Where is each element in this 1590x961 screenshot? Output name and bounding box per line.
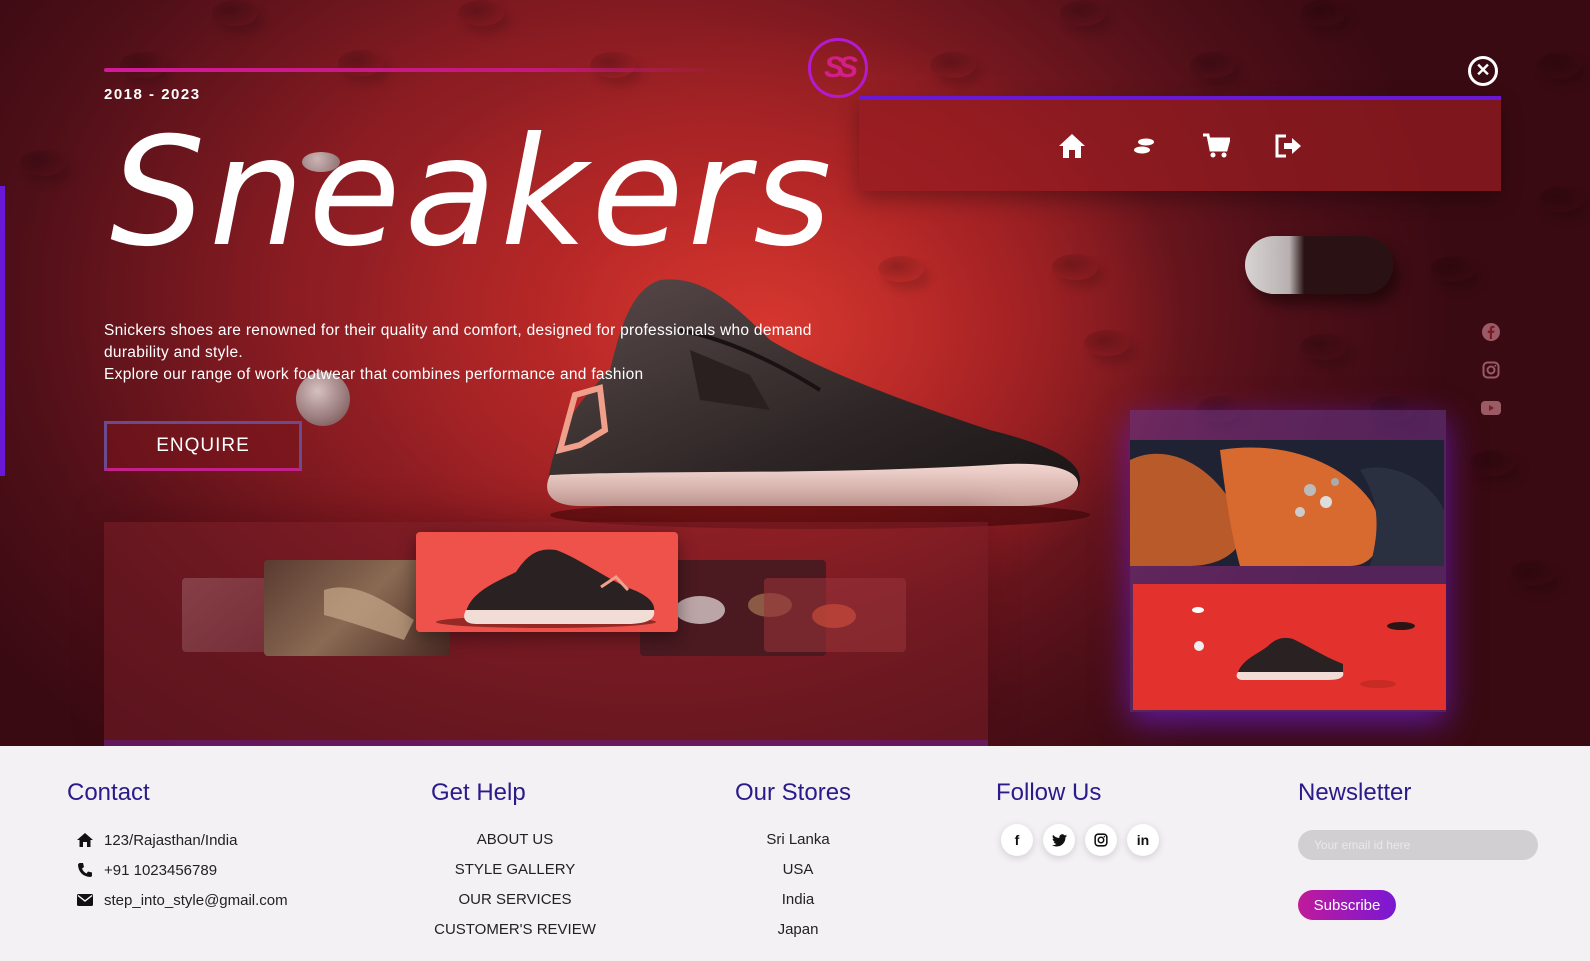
- close-button[interactable]: ✕: [1468, 56, 1498, 86]
- contact-address: 123/Rajasthan/India: [76, 831, 237, 849]
- bg-dimple: [1510, 560, 1556, 586]
- logo-text: SS: [823, 51, 858, 84]
- gallery-image-bottom[interactable]: [1133, 584, 1446, 710]
- left-accent-bar: [0, 186, 5, 476]
- facebook-icon[interactable]: f: [1001, 824, 1033, 856]
- enquire-button[interactable]: ENQUIRE: [104, 421, 302, 471]
- home-icon: [76, 831, 94, 849]
- product-carousel: [104, 522, 988, 746]
- bg-dimple: [20, 150, 66, 176]
- store-item[interactable]: Japan: [738, 921, 858, 938]
- newsletter-email-input[interactable]: [1298, 830, 1538, 860]
- help-link-about[interactable]: ABOUT US: [415, 831, 615, 848]
- subscribe-button[interactable]: Subscribe: [1298, 890, 1396, 920]
- store-item[interactable]: USA: [738, 861, 858, 878]
- shoe-prints-icon[interactable]: [1127, 129, 1161, 163]
- help-link-services[interactable]: OUR SERVICES: [415, 891, 615, 908]
- linkedin-icon[interactable]: in: [1127, 824, 1159, 856]
- side-social-links: [1481, 322, 1501, 418]
- image-gallery: [1130, 410, 1446, 712]
- bg-dimple: [1060, 0, 1106, 26]
- phone-text[interactable]: +91 1023456789: [104, 862, 217, 879]
- gallery-image-top[interactable]: [1130, 440, 1444, 566]
- brand-logo[interactable]: SS: [808, 38, 868, 98]
- carousel-card[interactable]: [764, 578, 906, 652]
- nav-panel: [859, 96, 1501, 191]
- store-item[interactable]: India: [738, 891, 858, 908]
- bg-dimple: [1470, 450, 1516, 476]
- contact-phone: +91 1023456789: [76, 861, 217, 879]
- description-line: Snickers shoes are renowned for their qu…: [104, 322, 812, 361]
- facebook-glyph: f: [1014, 832, 1020, 848]
- instagram-icon[interactable]: [1481, 360, 1501, 380]
- footer-social-links: f in: [1001, 824, 1159, 856]
- our-stores-heading: Our Stores: [735, 779, 852, 806]
- top-divider-line: [104, 68, 724, 72]
- phone-icon: [76, 861, 94, 879]
- email-text[interactable]: step_into_style@gmail.com: [104, 892, 288, 909]
- follow-us-heading: Follow Us: [996, 779, 1102, 806]
- instagram-icon[interactable]: [1085, 824, 1117, 856]
- years-label: 2018 - 2023: [104, 86, 201, 103]
- bg-dimple: [1300, 0, 1346, 26]
- floating-pill: [1245, 236, 1393, 294]
- logout-icon[interactable]: [1271, 129, 1305, 163]
- envelope-icon: [76, 891, 94, 909]
- bg-dimple: [1430, 256, 1476, 282]
- bg-dimple: [212, 0, 258, 26]
- help-link-style-gallery[interactable]: STYLE GALLERY: [415, 861, 615, 878]
- contact-heading: Contact: [67, 779, 150, 806]
- hero-section: 2018 - 2023 SS ✕ Sneakers Snickers shoes…: [0, 0, 1590, 746]
- bg-dimple: [590, 52, 636, 78]
- bg-dimple: [1190, 52, 1236, 78]
- twitter-icon[interactable]: [1043, 824, 1075, 856]
- contact-email: step_into_style@gmail.com: [76, 891, 288, 909]
- linkedin-glyph: in: [1136, 832, 1150, 848]
- carousel-card-active[interactable]: [416, 532, 678, 632]
- featured-shoe-image: [520, 270, 1100, 530]
- bg-dimple: [930, 52, 976, 78]
- store-item[interactable]: Sri Lanka: [738, 831, 858, 848]
- bg-dimple: [1300, 334, 1346, 360]
- cart-icon[interactable]: [1199, 129, 1233, 163]
- site-footer: Contact 123/Rajasthan/India +91 10234567…: [0, 746, 1590, 961]
- bg-dimple: [120, 52, 166, 78]
- get-help-heading: Get Help: [431, 779, 526, 806]
- home-icon[interactable]: [1055, 129, 1089, 163]
- youtube-icon[interactable]: [1481, 398, 1501, 418]
- bg-dimple: [338, 50, 384, 76]
- bg-dimple: [1538, 186, 1584, 212]
- bg-dimple: [458, 0, 504, 26]
- hero-description: Snickers shoes are renowned for their qu…: [104, 320, 844, 386]
- description-line: Explore our range of work footwear that …: [104, 366, 644, 383]
- close-icon: ✕: [1475, 60, 1491, 80]
- newsletter-heading: Newsletter: [1298, 779, 1412, 806]
- bg-dimple: [1536, 52, 1582, 78]
- facebook-icon[interactable]: [1481, 322, 1501, 342]
- address-text: 123/Rajasthan/India: [104, 831, 238, 849]
- help-link-reviews[interactable]: CUSTOMER'S REVIEW: [415, 921, 615, 938]
- hero-title: Sneakers: [110, 106, 836, 280]
